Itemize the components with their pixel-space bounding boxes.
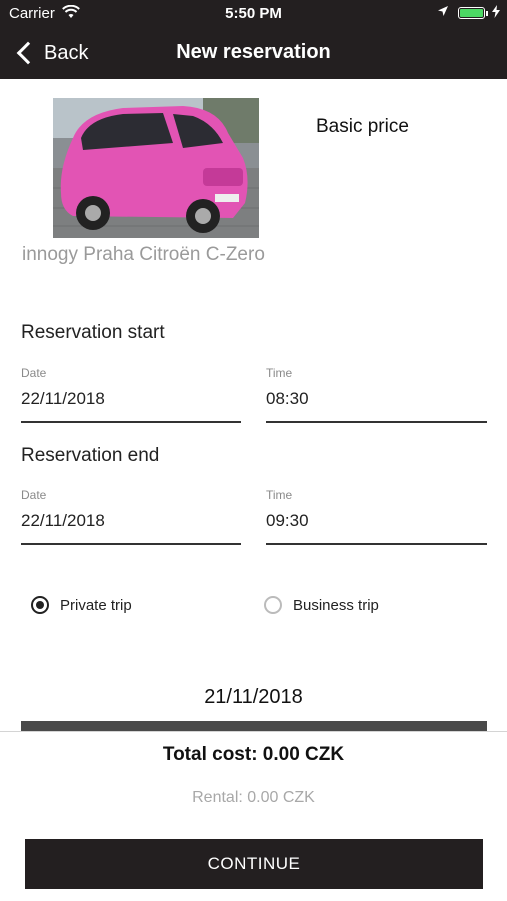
start-time-field[interactable]: 08:30 <box>266 389 309 409</box>
radio-unselected-icon <box>264 596 282 614</box>
private-trip-label: Private trip <box>60 596 132 614</box>
reservation-end-heading: Reservation end <box>21 445 160 466</box>
car-name: innogy Praha Citroën C-Zero <box>22 244 265 265</box>
location-arrow-icon <box>437 5 449 20</box>
battery-tip <box>486 11 488 16</box>
calendar-date: 21/11/2018 <box>204 686 303 708</box>
private-trip-radio[interactable]: Private trip <box>31 596 132 614</box>
start-date-label: Date <box>21 366 47 380</box>
end-time-field[interactable]: 09:30 <box>266 511 309 531</box>
car-photo <box>53 98 259 238</box>
basic-price-label: Basic price <box>316 116 409 137</box>
start-time-label: Time <box>266 366 293 380</box>
bolt-icon <box>492 5 500 21</box>
page-title: New reservation <box>176 41 331 63</box>
start-time-underline <box>266 421 487 423</box>
clock: 5:50 PM <box>225 5 282 22</box>
reservation-start-heading: Reservation start <box>21 322 165 343</box>
business-trip-label: Business trip <box>293 596 379 614</box>
total-cost: Total cost: 0.00 CZK <box>162 744 345 765</box>
status-bar: Carrier 5:50 PM <box>0 0 507 28</box>
start-date-underline <box>21 421 241 423</box>
end-time-underline <box>266 543 487 545</box>
end-date-field[interactable]: 22/11/2018 <box>21 511 105 531</box>
rental-cost: Rental: 0.00 CZK <box>192 789 315 806</box>
end-date-label: Date <box>21 488 47 502</box>
navigation-bar: Back New reservation <box>0 28 507 79</box>
end-date-underline <box>21 543 241 545</box>
battery-icon <box>458 7 485 19</box>
start-date-field[interactable]: 22/11/2018 <box>21 389 105 409</box>
continue-button[interactable]: CONTINUE <box>25 839 483 889</box>
end-time-label: Time <box>266 488 293 502</box>
radio-selected-icon <box>31 596 49 614</box>
business-trip-radio[interactable]: Business trip <box>264 596 379 614</box>
